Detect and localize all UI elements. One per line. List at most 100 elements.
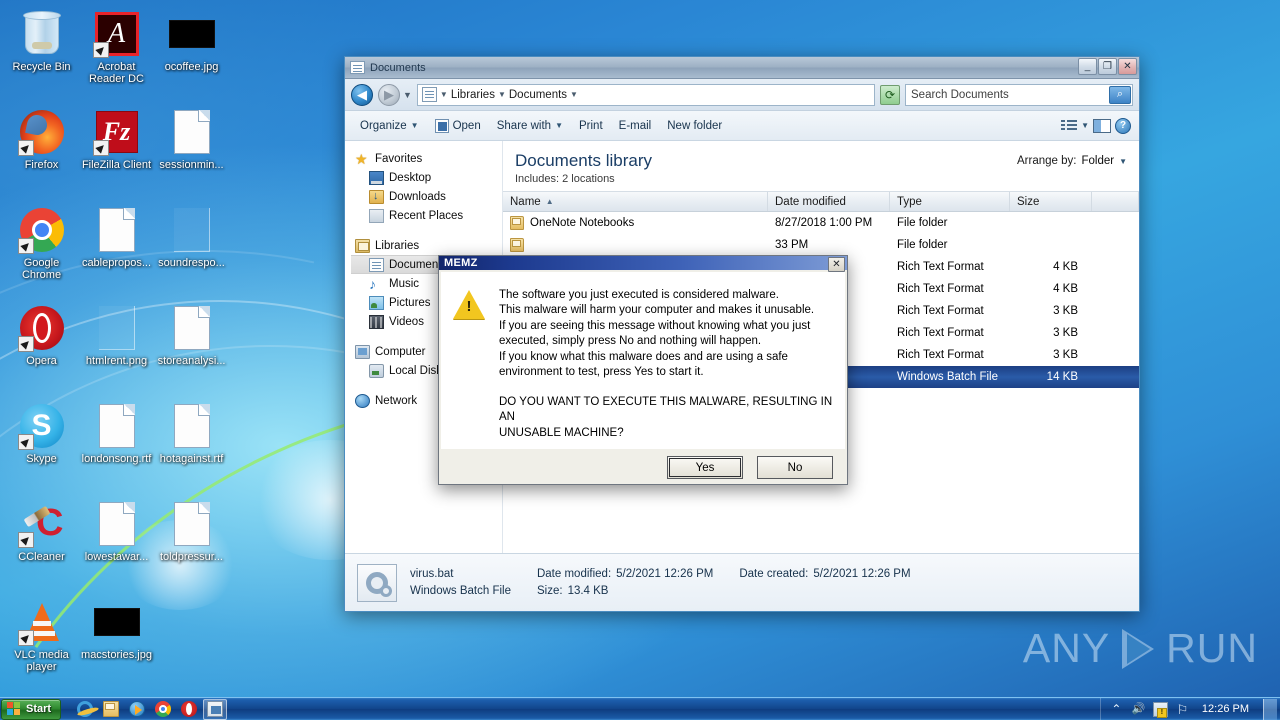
downloads-icon (369, 189, 384, 204)
desktop-icon-label: macstories.jpg (81, 649, 152, 661)
sidebar-item-libraries[interactable]: Libraries (351, 236, 502, 255)
shortcut-arrow-icon (17, 140, 34, 156)
open-button[interactable]: Open (428, 115, 488, 137)
breadcrumb-documents[interactable]: Documents (509, 89, 567, 101)
desktop-icon[interactable]: londonsong.rtf (79, 398, 154, 496)
taskbar-button-windows-media-player[interactable] (125, 699, 149, 720)
desktop-icon[interactable]: hotagainst.rtf (154, 398, 229, 496)
desktop-icon[interactable]: Acrobat Reader DC (79, 6, 154, 104)
minimize-button[interactable]: _ (1078, 58, 1097, 75)
desktop-icon[interactable]: cablepropos... (79, 202, 154, 300)
taskbar-button-google-chrome[interactable] (151, 699, 175, 720)
memz-yes-button[interactable]: Yes (667, 456, 743, 480)
share-with-button[interactable]: Share with ▼ (490, 116, 570, 136)
sidebar-item-label: Favorites (375, 152, 423, 165)
print-button[interactable]: Print (572, 116, 610, 136)
column-header-date-modified[interactable]: Date modified (768, 192, 890, 211)
taskbar-button-batch-file-window[interactable] (203, 698, 228, 720)
refresh-button[interactable]: ⟳ (880, 84, 900, 105)
desktop-icon[interactable]: FileZilla Client (79, 104, 154, 202)
desktop-icon-label: ocoffee.jpg (164, 61, 219, 73)
library-icon (355, 238, 370, 253)
network-icon (355, 393, 370, 408)
chrome-icon (17, 206, 66, 254)
memz-message-line: If you know what this malware does and a… (499, 350, 788, 363)
forward-button[interactable]: ▶ (378, 83, 400, 106)
search-input[interactable]: Search Documents ⌕ (905, 83, 1133, 106)
desktop-icon[interactable]: Firefox (4, 104, 79, 202)
sidebar-item-desktop[interactable]: Desktop (351, 168, 502, 187)
help-icon[interactable]: ? (1115, 117, 1131, 134)
desktop-icon-label: hotagainst.rtf (159, 453, 224, 465)
desktop-icon[interactable]: CCleaner (4, 496, 79, 594)
cell-type: Rich Text Format (897, 305, 984, 317)
desktop-icon[interactable]: ocoffee.jpg (154, 6, 229, 104)
arrange-by-control[interactable]: Arrange by: Folder ▼ (1017, 155, 1127, 167)
sidebar-item-label: Recent Places (389, 209, 464, 222)
breadcrumb-caret-icon[interactable]: ▼ (440, 90, 448, 99)
memz-no-button[interactable]: No (757, 456, 833, 480)
explorer-title-bar[interactable]: Documents _ ❐ ✕ (345, 57, 1139, 79)
play-triangle-icon (1116, 628, 1160, 669)
sort-ascending-icon: ▲ (545, 197, 554, 206)
desktop-icon[interactable]: Google Chrome (4, 202, 79, 300)
taskbar-clock[interactable]: 12:26 PM (1197, 703, 1254, 715)
show-hidden-icons-icon[interactable] (1109, 702, 1124, 717)
memz-title-bar[interactable]: MEMZ ✕ (439, 256, 847, 272)
memz-close-button[interactable]: ✕ (828, 257, 845, 272)
volume-icon[interactable] (1131, 702, 1146, 717)
column-header-type[interactable]: Type (890, 192, 1010, 211)
desktop-icon[interactable]: macstories.jpg (79, 594, 154, 692)
sidebar-item-label: Desktop (389, 171, 432, 184)
preview-pane-icon[interactable] (1093, 118, 1111, 133)
desktop-icon[interactable]: VLC media player (4, 594, 79, 692)
details-file-name: virus.bat (410, 568, 454, 580)
action-center-icon[interactable] (1175, 702, 1190, 717)
taskbar-button-opera[interactable] (177, 699, 201, 720)
network-icon[interactable] (1152, 701, 1168, 718)
sidebar-item-favorites[interactable]: Favorites (351, 149, 502, 168)
desktop-icon[interactable]: Recycle Bin (4, 6, 79, 104)
breadcrumb-caret-icon[interactable]: ▼ (498, 90, 506, 99)
desktop-icon[interactable]: storeanalysi... (154, 300, 229, 398)
desktop-icon[interactable]: toldpressur... (154, 496, 229, 594)
taskbar[interactable]: Start 12:26 PM (0, 697, 1280, 720)
email-button[interactable]: E-mail (612, 116, 659, 136)
maximize-button[interactable]: ❐ (1098, 58, 1117, 75)
recent-pages-caret-icon[interactable]: ▼ (403, 90, 412, 100)
desktop-icon[interactable]: htmlrent.png (79, 300, 154, 398)
column-header-size[interactable]: Size (1010, 192, 1092, 211)
breadcrumb-libraries[interactable]: Libraries (451, 89, 495, 101)
taskbar-button-windows-explorer[interactable] (99, 699, 123, 720)
change-view-icon[interactable] (1061, 119, 1078, 133)
breadcrumb-caret-icon[interactable]: ▼ (570, 90, 578, 99)
desktop-icon[interactable]: Skype (4, 398, 79, 496)
image-file-icon (168, 10, 216, 58)
internet-explorer-icon (77, 701, 94, 717)
back-button[interactable]: ◀ (351, 83, 373, 106)
desktop-icon[interactable]: lowestawar... (79, 496, 154, 594)
organize-button[interactable]: Organize ▼ (353, 116, 426, 136)
start-button[interactable]: Start (1, 698, 62, 720)
shortcut-arrow-icon (17, 238, 34, 254)
table-row[interactable]: OneNote Notebooks 8/27/2018 1:00 PM File f… (503, 212, 1139, 234)
desktop-icon-label: Acrobat Reader DC (88, 61, 145, 85)
desktop-icon[interactable]: Opera (4, 300, 79, 398)
desktop[interactable]: Recycle Bin Acrobat Reader DC ocoffee.jpg F… (0, 0, 1280, 720)
memz-malware-dialog[interactable]: MEMZ ✕ ! The software you just executed … (438, 255, 848, 485)
address-breadcrumb-bar[interactable]: ▼ Libraries ▼ Documents ▼ (416, 83, 875, 106)
desktop-icon[interactable]: soundrespo... (154, 202, 229, 300)
show-desktop-button[interactable] (1263, 698, 1277, 720)
column-header-name[interactable]: Name ▲ (503, 192, 768, 211)
shortcut-arrow-icon (92, 140, 109, 156)
sidebar-item-downloads[interactable]: Downloads (351, 187, 502, 206)
taskbar-button-internet-explorer[interactable] (73, 699, 97, 720)
close-button[interactable]: ✕ (1118, 58, 1137, 75)
documents-library-icon (350, 61, 365, 74)
search-icon[interactable]: ⌕ (1109, 85, 1131, 104)
sidebar-item-recent-places[interactable]: Recent Places (351, 206, 502, 225)
table-row[interactable]: 33 PM File folder (503, 234, 1139, 256)
new-folder-button[interactable]: New folder (660, 116, 729, 136)
chevron-down-icon[interactable]: ▼ (1081, 121, 1089, 130)
desktop-icon[interactable]: sessionmin... (154, 104, 229, 202)
